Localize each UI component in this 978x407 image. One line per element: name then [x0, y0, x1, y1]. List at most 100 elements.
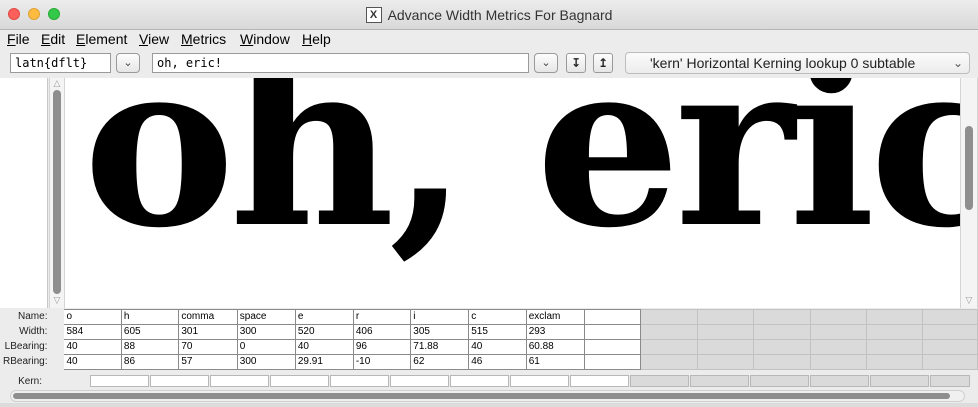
empty-entry-cell[interactable] [584, 324, 642, 340]
kern-cell[interactable] [510, 375, 569, 387]
empty-cell [753, 309, 811, 325]
rbearing-cell[interactable]: 46 [468, 354, 527, 370]
empty-cell [922, 354, 978, 370]
kern-cell[interactable] [450, 375, 509, 387]
lbearing-cell[interactable]: 40 [294, 339, 354, 355]
empty-cell [809, 309, 867, 325]
empty-cell [865, 354, 924, 370]
lbearing-cell[interactable]: 40 [63, 339, 122, 355]
menu-bar: File Edit Element View Metrics Window He… [0, 30, 978, 50]
rbearing-cell[interactable]: 29.91 [294, 354, 354, 370]
width-cell[interactable]: 520 [294, 324, 354, 340]
glyph-name-cell[interactable]: i [410, 309, 470, 325]
lbearing-cell[interactable]: 0 [236, 339, 296, 355]
rbearing-cell[interactable]: -10 [352, 354, 412, 370]
kern-cell[interactable] [210, 375, 269, 387]
name-row: Name: o h comma space e r i c exclam [0, 309, 978, 325]
script-field[interactable]: latn{dflt} [10, 53, 111, 73]
rbearing-cell[interactable]: 86 [120, 354, 180, 370]
x11-app-icon: X [365, 7, 382, 23]
rbearing-cell[interactable]: 61 [525, 354, 586, 370]
glyph-name-cell[interactable]: r [352, 309, 412, 325]
lbearing-cell[interactable]: 60.88 [525, 339, 586, 355]
scrollbar-thumb[interactable] [13, 393, 950, 399]
row-label: RBearing: [0, 354, 65, 370]
chevron-down-icon: ⌄ [952, 56, 963, 70]
glyph-name-cell[interactable]: comma [178, 309, 238, 325]
menu-help[interactable]: Help [302, 31, 331, 47]
kern-cell[interactable] [570, 375, 629, 387]
glyph-name-cell[interactable]: exclam [525, 309, 586, 325]
glyph-name-cell[interactable]: e [294, 309, 354, 325]
scroll-up-arrow-icon[interactable]: △ [50, 79, 64, 89]
menu-element[interactable]: Element [76, 31, 127, 47]
lbearing-cell[interactable]: 70 [178, 339, 238, 355]
width-cell[interactable]: 406 [352, 324, 412, 340]
arrow-down-icon: ↧ [570, 56, 582, 70]
rbearing-cell[interactable]: 62 [410, 354, 470, 370]
lookup-select-value: 'kern' Horizontal Kerning lookup 0 subta… [650, 55, 916, 71]
glyph-preview-canvas[interactable]: oh, eric! [65, 78, 960, 308]
width-cell[interactable]: 515 [468, 324, 527, 340]
kern-cell[interactable] [330, 375, 389, 387]
metrics-table: Name: o h comma space e r i c exclam Wid… [0, 309, 978, 375]
menu-window[interactable]: Window [240, 31, 290, 47]
width-cell[interactable]: 293 [525, 324, 586, 340]
row-label: Name: [0, 309, 65, 325]
rbearing-cell[interactable]: 57 [178, 354, 238, 370]
menu-file[interactable]: File [7, 31, 30, 47]
right-vertical-scrollbar[interactable]: ▽ [960, 78, 978, 308]
scroll-down-arrow-icon[interactable]: ▽ [50, 296, 64, 306]
text-dropdown-button[interactable]: ⌄ [534, 53, 558, 73]
kern-cell[interactable] [150, 375, 209, 387]
width-cell[interactable]: 605 [120, 324, 180, 340]
glyph-name-cell[interactable]: h [120, 309, 180, 325]
metrics-grid: Name: o h comma space e r i c exclam Wid… [0, 309, 978, 370]
empty-cell [809, 339, 867, 355]
empty-cell [750, 375, 809, 387]
glyph-name-cell[interactable]: o [63, 309, 122, 325]
text-field[interactable]: oh, eric! [152, 53, 529, 73]
scrollbar-thumb[interactable] [53, 90, 61, 294]
lbearing-cell[interactable]: 88 [120, 339, 180, 355]
width-cell[interactable]: 305 [410, 324, 470, 340]
empty-entry-cell[interactable] [584, 309, 642, 325]
script-dropdown-button[interactable]: ⌄ [116, 53, 140, 73]
empty-entry-cell[interactable] [584, 339, 642, 355]
rbearing-cell[interactable]: 40 [63, 354, 122, 370]
width-cell[interactable]: 584 [63, 324, 122, 340]
width-cell[interactable]: 300 [236, 324, 296, 340]
empty-cell [630, 375, 689, 387]
kern-cell[interactable] [270, 375, 329, 387]
lookup-select[interactable]: 'kern' Horizontal Kerning lookup 0 subta… [625, 52, 970, 74]
menu-view[interactable]: View [139, 31, 169, 47]
lbearing-cell[interactable]: 96 [352, 339, 412, 355]
rbearing-cell[interactable]: 300 [236, 354, 296, 370]
glyph-name-cell[interactable]: c [468, 309, 527, 325]
left-vertical-scrollbar[interactable]: △ ▽ [49, 78, 65, 308]
chevron-down-icon: ⌄ [123, 56, 133, 69]
menu-edit[interactable]: Edit [41, 31, 65, 47]
lbearing-cell[interactable]: 40 [468, 339, 527, 355]
chevron-down-icon: ⌄ [541, 56, 551, 69]
empty-cell [753, 324, 811, 340]
vertical-up-button[interactable]: ↥ [593, 53, 613, 73]
width-cell[interactable]: 301 [178, 324, 238, 340]
empty-entry-cell[interactable] [584, 354, 642, 370]
scroll-down-arrow-icon[interactable]: ▽ [961, 296, 977, 306]
row-label: Width: [0, 324, 65, 340]
empty-cell [809, 324, 867, 340]
scrollbar-thumb[interactable] [965, 126, 973, 210]
menu-metrics[interactable]: Metrics [181, 31, 226, 47]
vertical-down-button[interactable]: ↧ [566, 53, 586, 73]
toolbar: latn{dflt} ⌄ oh, eric! ⌄ ↧ ↥ 'kern' Hori… [0, 51, 978, 77]
window-title: Advance Width Metrics For Bagnard [387, 7, 613, 23]
horizontal-scrollbar[interactable] [10, 390, 965, 402]
kern-cell[interactable] [390, 375, 449, 387]
title-bar: X Advance Width Metrics For Bagnard [0, 0, 978, 30]
lbearing-cell[interactable]: 71.88 [410, 339, 470, 355]
glyph-name-cell[interactable]: space [236, 309, 296, 325]
empty-cell [640, 309, 698, 325]
kern-cell[interactable] [90, 375, 149, 387]
empty-cell [865, 324, 924, 340]
